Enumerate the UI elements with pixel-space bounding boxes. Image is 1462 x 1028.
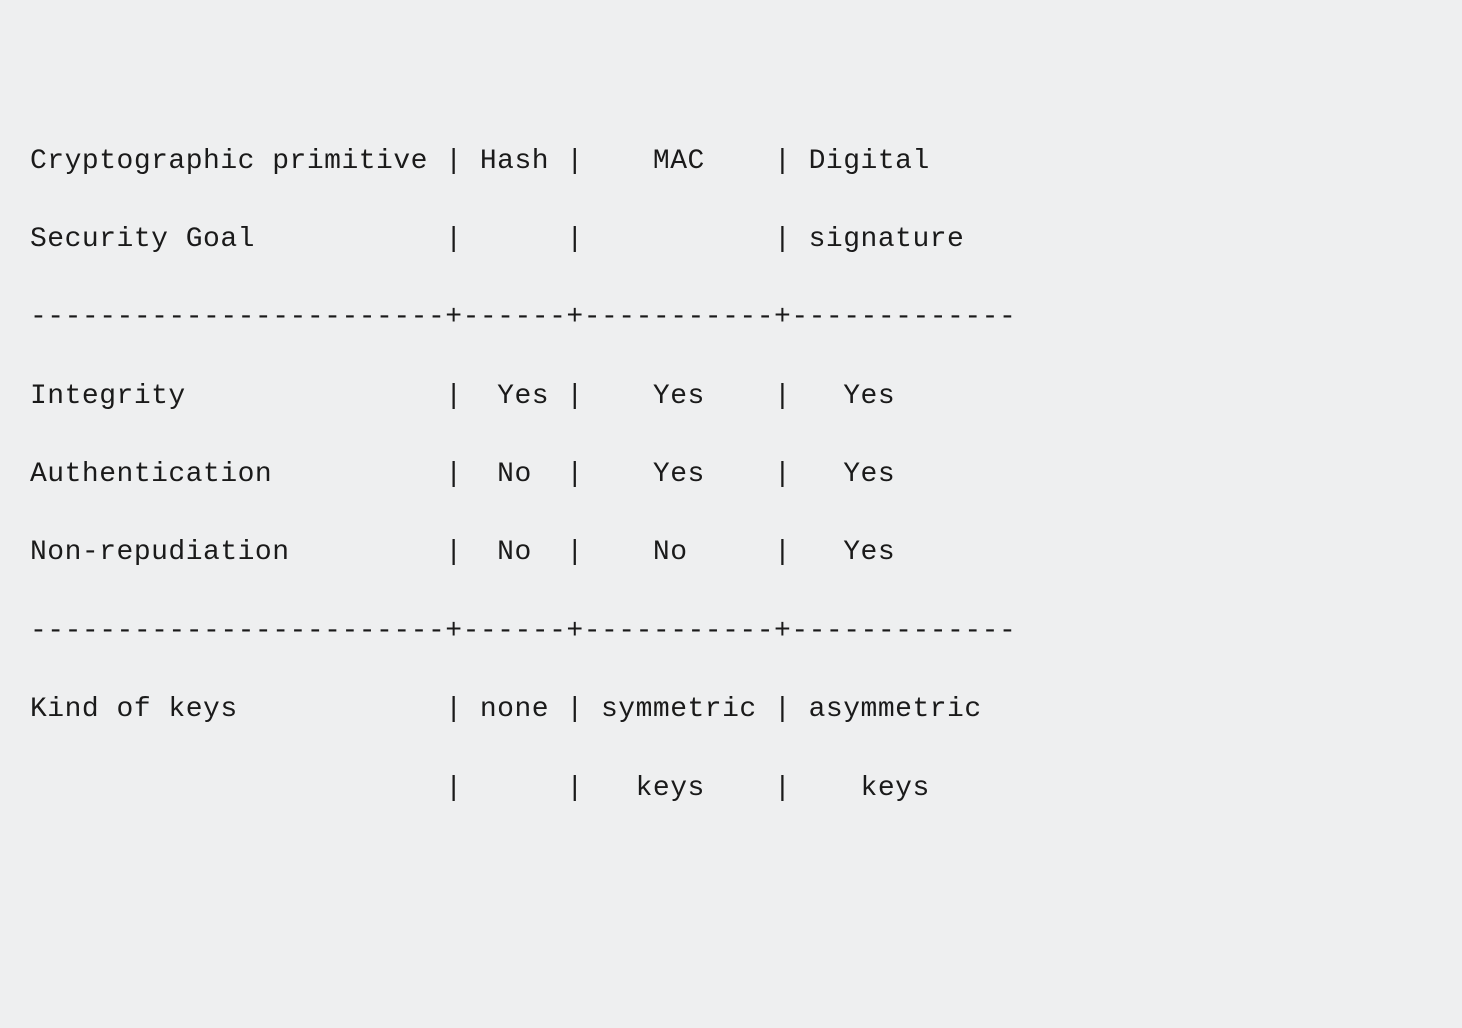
table-row: | | keys | keys: [30, 769, 1432, 808]
table-row: Security Goal | | | signature: [30, 220, 1432, 259]
table-divider: ------------------------+------+--------…: [30, 298, 1432, 337]
table-row: Cryptographic primitive | Hash | MAC | D…: [30, 142, 1432, 181]
table-row: Non-repudiation | No | No | Yes: [30, 533, 1432, 572]
table-row: Kind of keys | none | symmetric | asymme…: [30, 690, 1432, 729]
table-row: Authentication | No | Yes | Yes: [30, 455, 1432, 494]
table-row: Integrity | Yes | Yes | Yes: [30, 377, 1432, 416]
table-divider: ------------------------+------+--------…: [30, 612, 1432, 651]
